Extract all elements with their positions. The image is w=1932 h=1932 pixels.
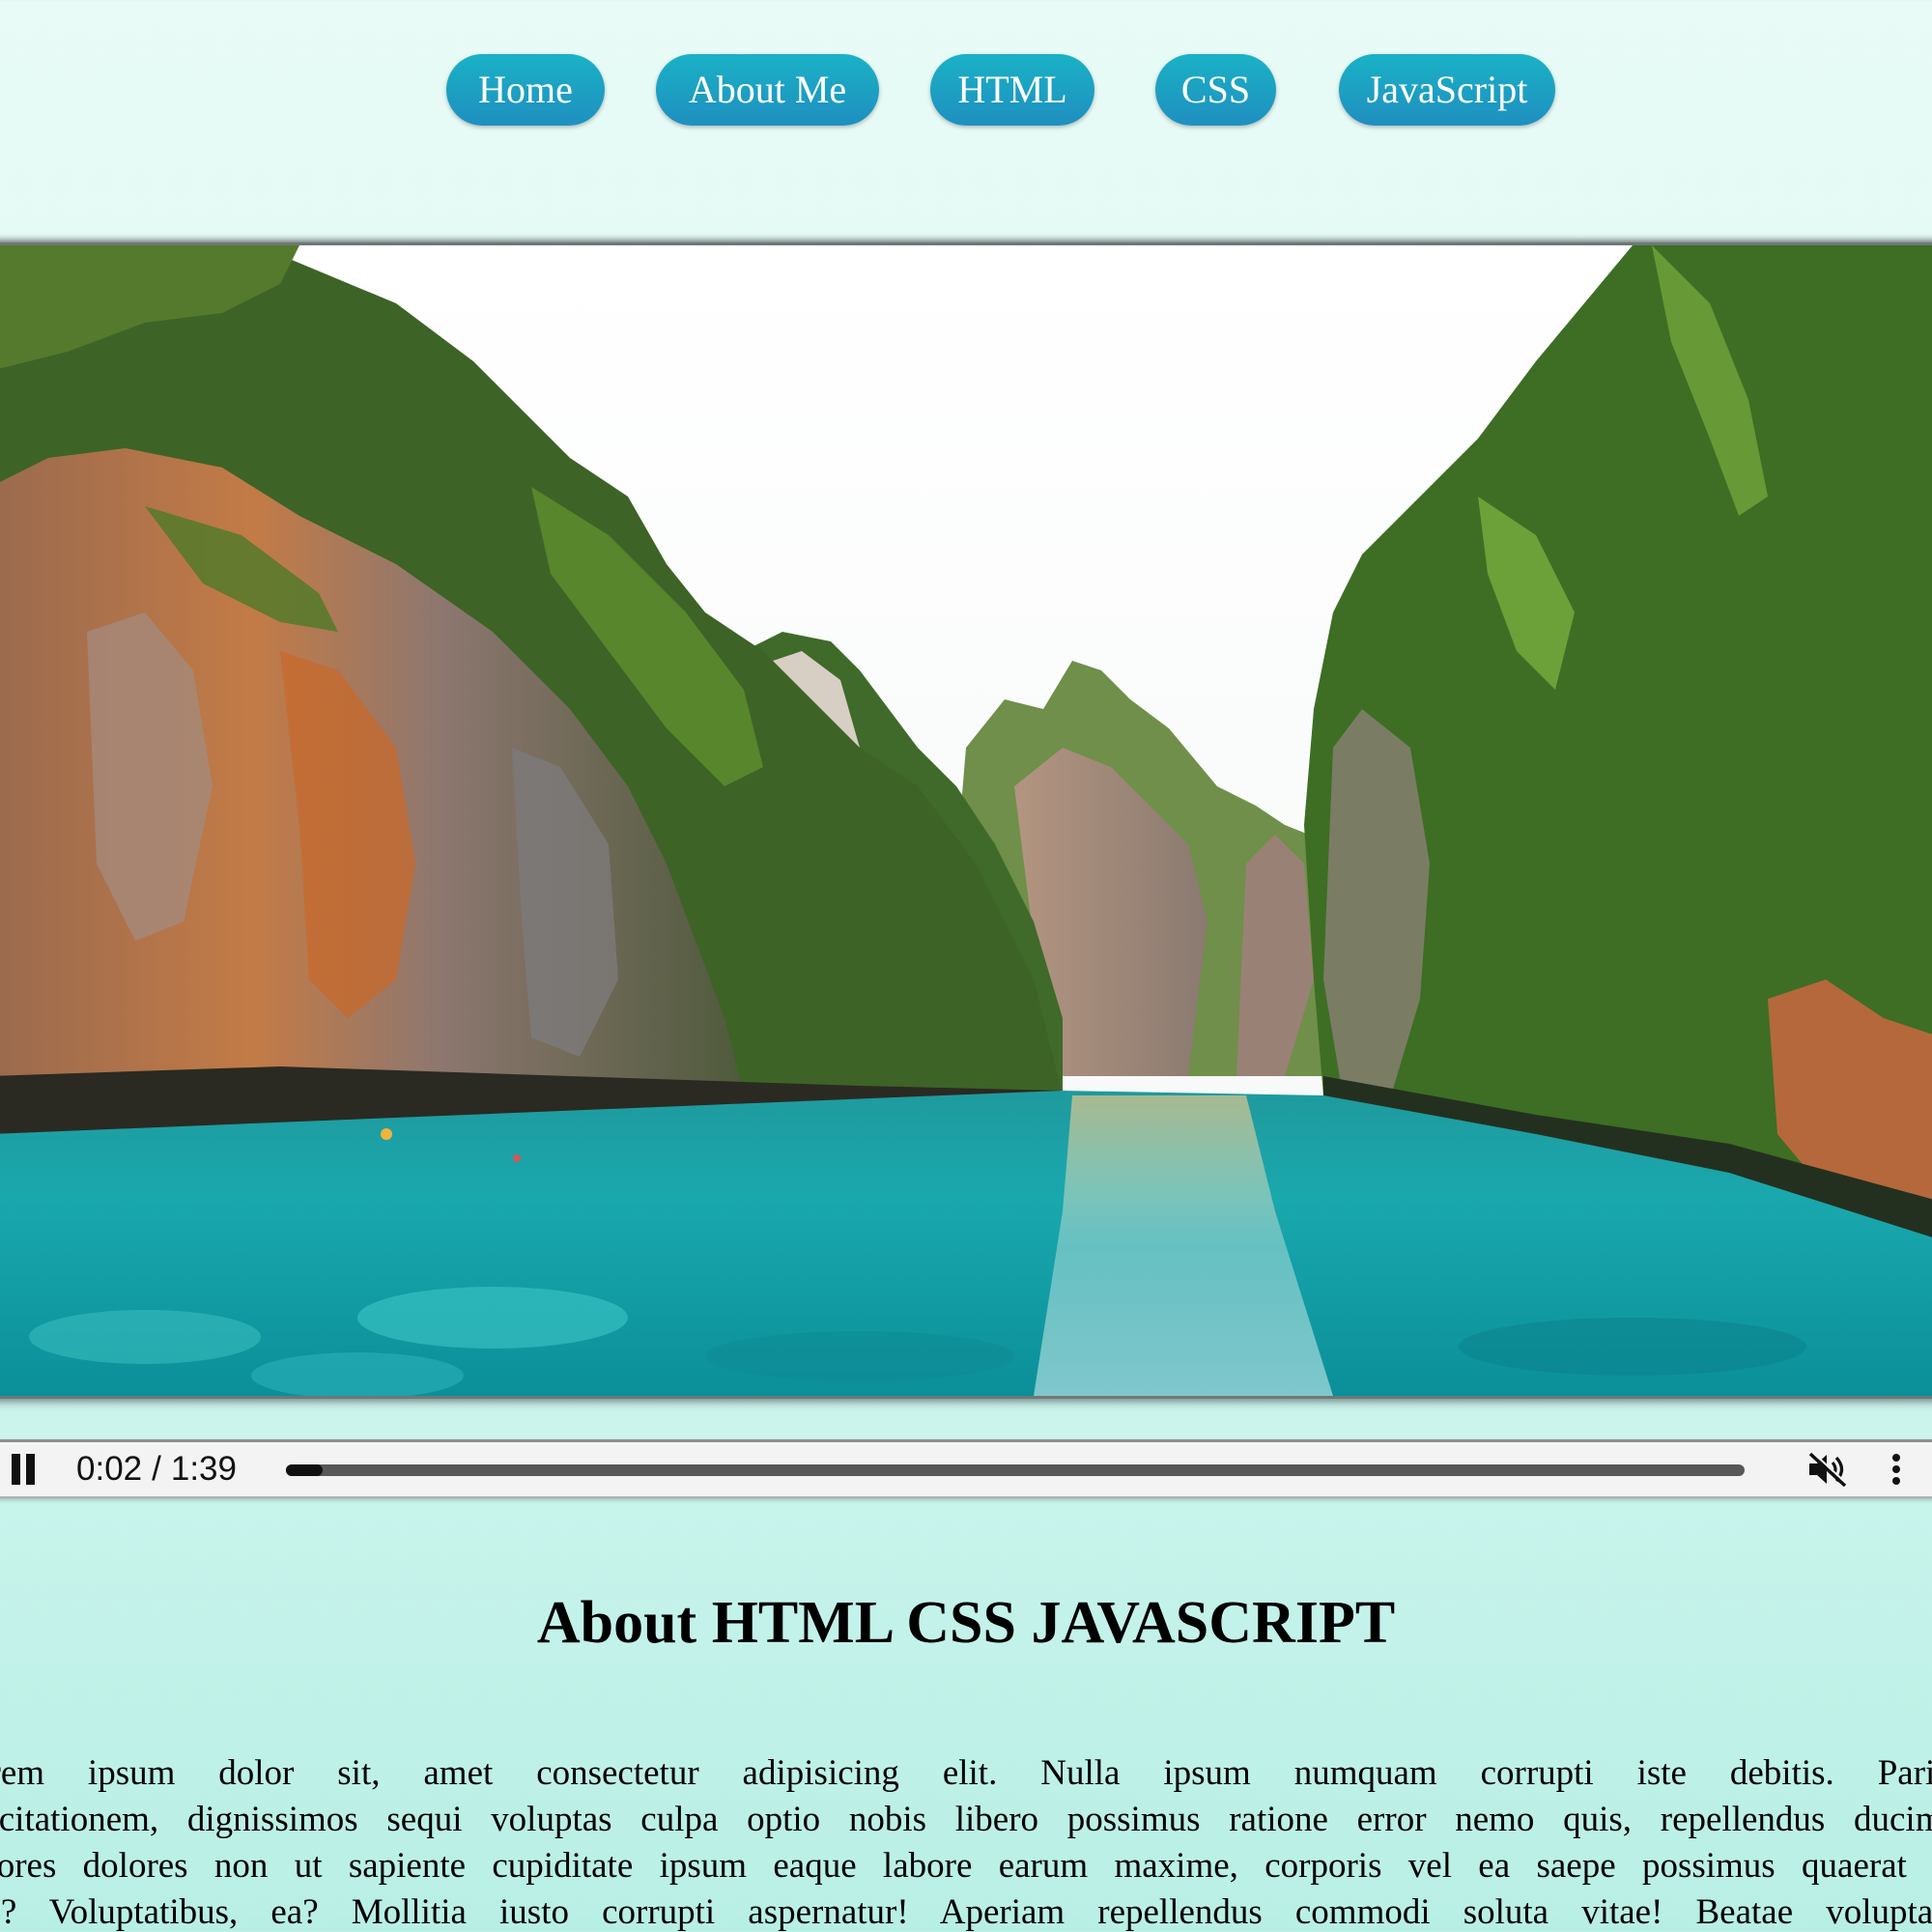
seek-bar-played — [286, 1464, 323, 1476]
nav-css-button[interactable]: CSS — [1155, 54, 1276, 126]
article-line: ercitationem, dignissimos sequi voluptas… — [0, 1800, 1932, 1839]
pause-icon[interactable] — [8, 1454, 37, 1485]
current-time: 0:02 — [76, 1450, 143, 1488]
article-body: orem ipsum dolor sit, amet consectetur a… — [0, 1750, 1932, 1932]
volume-muted-icon[interactable] — [1806, 1450, 1849, 1489]
nav-about-me-button[interactable]: About Me — [656, 54, 879, 126]
main-nav: Home About Me HTML CSS JavaScript — [0, 54, 1932, 128]
nav-home-button[interactable]: Home — [446, 54, 605, 126]
article-title: About HTML CSS JAVASCRIPT — [536, 1590, 1396, 1656]
article-line: as? Voluptatibus, ea? Mollitia iusto cor… — [0, 1892, 1932, 1932]
time-display: 0:02/1:39 — [76, 1442, 237, 1496]
duration: 1:39 — [170, 1450, 237, 1488]
article-line: aiores dolores non ut sapiente cupiditat… — [0, 1846, 1932, 1886]
video-controls-bar: 0:02/1:39 — [0, 1439, 1932, 1498]
more-vertical-icon[interactable] — [1884, 1450, 1909, 1489]
video-frame-lagoon-scene[interactable] — [0, 245, 1932, 1396]
nav-javascript-button[interactable]: JavaScript — [1339, 54, 1555, 126]
video-player[interactable] — [0, 242, 1932, 1399]
seek-bar[interactable] — [286, 1464, 1745, 1476]
nav-html-button[interactable]: HTML — [930, 54, 1094, 126]
time-separator: / — [152, 1450, 161, 1488]
article-line: orem ipsum dolor sit, amet consectetur a… — [0, 1753, 1932, 1793]
